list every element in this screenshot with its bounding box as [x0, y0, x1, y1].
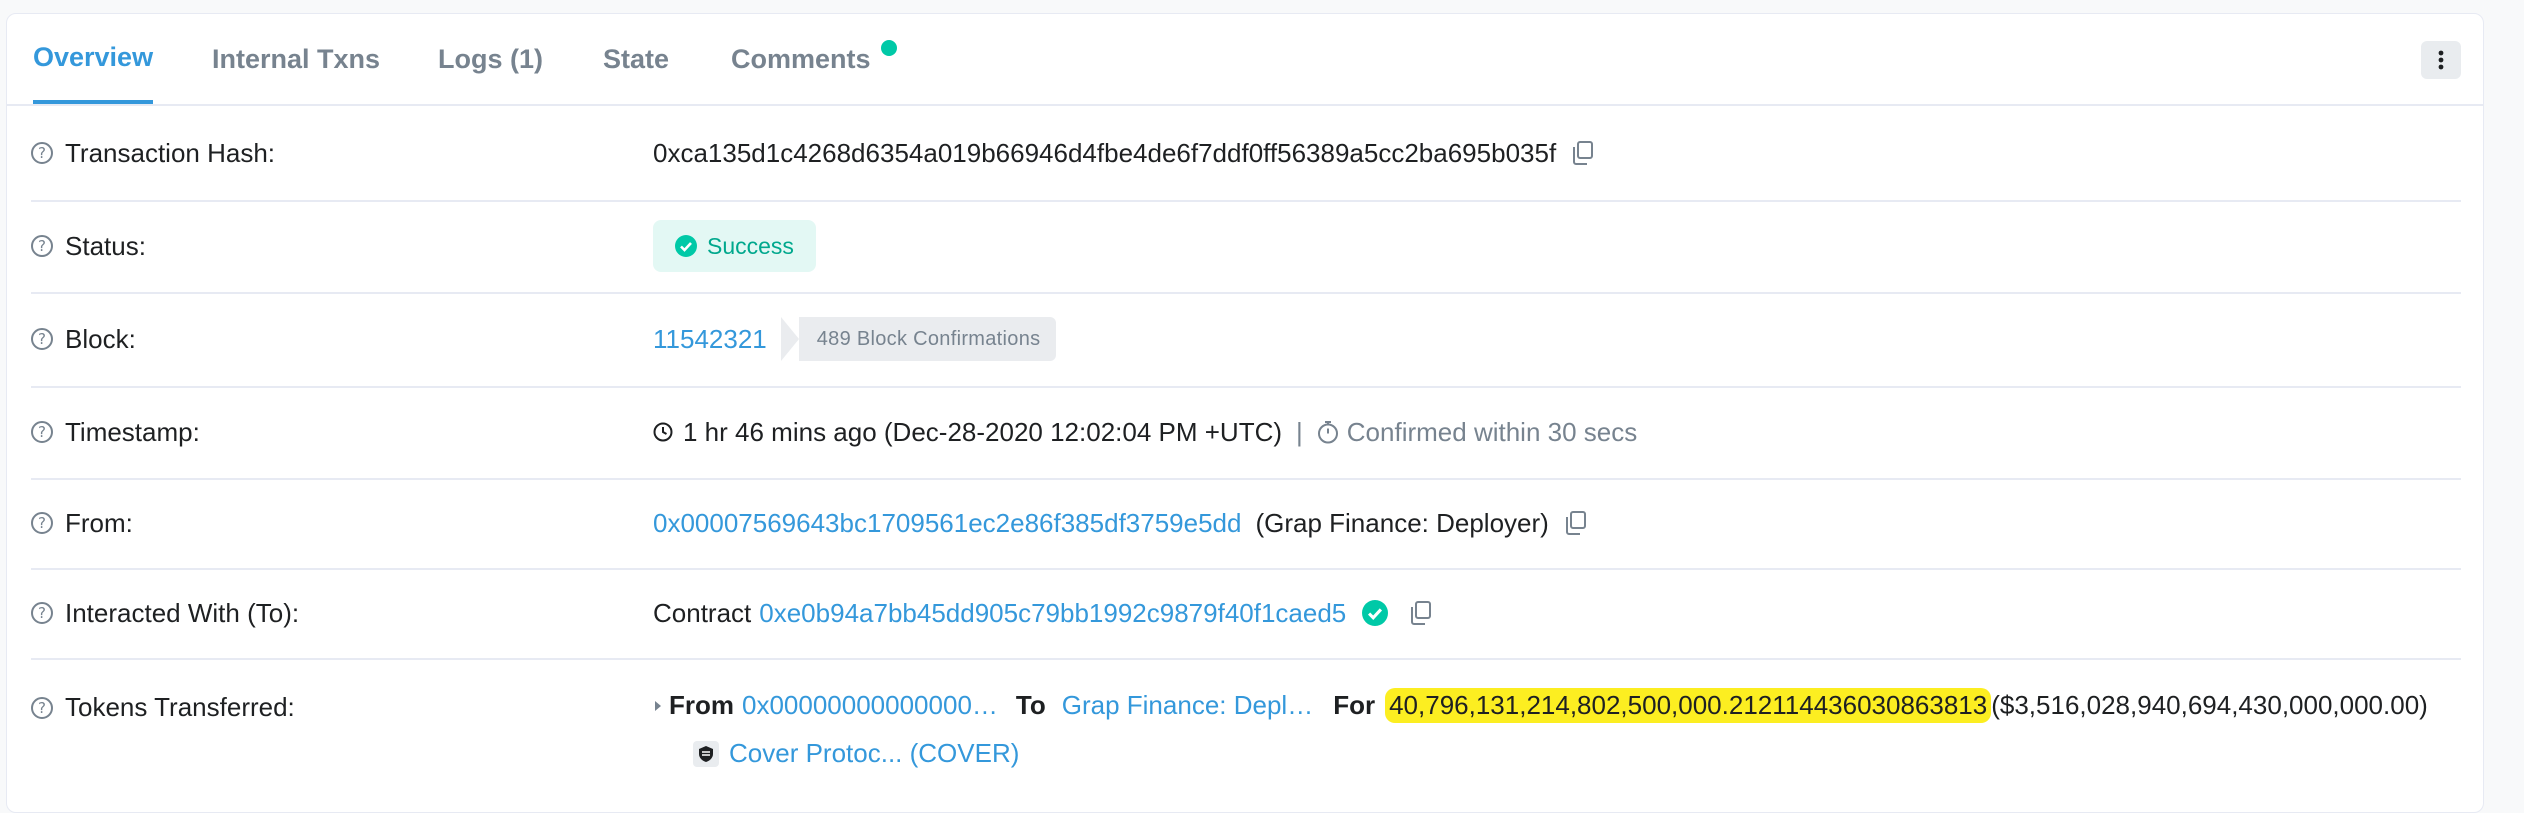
tokens-transferred-label: Tokens Transferred: [65, 692, 295, 722]
block-confirmations-badge: 489 Block Confirmations [780, 317, 1057, 361]
timestamp-label: Timestamp: [65, 416, 200, 447]
row-timestamp: ? Timestamp: 1 hr 46 mins ago (Dec-28-20… [31, 386, 2461, 480]
contract-prefix: Contract [653, 597, 752, 628]
help-icon[interactable]: ? [31, 512, 53, 534]
more-vertical-icon [2438, 50, 2444, 70]
check-circle-icon [675, 235, 697, 257]
transfer-to-label: To [1015, 690, 1046, 720]
cover-token-icon [693, 740, 719, 767]
row-block: ? Block: 11542321 489 Block Confirmation… [31, 292, 2461, 388]
row-interacted-with: ? Interacted With (To): Contract 0xe0b94… [31, 568, 2461, 660]
tab-overview[interactable]: Overview [33, 14, 154, 104]
from-name-tag: (Grap Finance: Deployer) [1255, 507, 1549, 538]
help-icon[interactable]: ? [31, 602, 53, 624]
status-badge: Success [653, 220, 816, 272]
transfer-usd-value: ($3,516,028,940,694,430,000,000.00) [1991, 690, 2428, 720]
block-label: Block: [65, 323, 136, 354]
timestamp-value: 1 hr 46 mins ago (Dec-28-2020 12:02:04 P… [683, 416, 1283, 447]
row-status: ? Status: Success [31, 200, 2461, 294]
transfer-from-link[interactable]: 0x00000000000000… [742, 690, 998, 721]
copy-icon[interactable] [1572, 141, 1594, 165]
row-tokens-transferred: ? Tokens Transferred: From 0x00000000000… [31, 658, 2461, 788]
transfer-to-link[interactable]: Grap Finance: Depl… [1062, 690, 1313, 721]
help-icon[interactable]: ? [31, 328, 53, 350]
row-transaction-hash: ? Transaction Hash: 0xca135d1c4268d6354a… [31, 106, 2461, 202]
caret-right-icon[interactable] [653, 699, 663, 713]
comments-notification-dot [881, 40, 897, 56]
help-icon[interactable]: ? [31, 235, 53, 257]
block-number-link[interactable]: 11542321 [653, 324, 767, 355]
tab-logs[interactable]: Logs (1) [438, 14, 543, 104]
transfer-amount: 40,796,131,214,802,500,000.2121144360308… [1385, 688, 1992, 723]
token-name-link[interactable]: Cover Protoc... (COVER) [729, 738, 1019, 769]
transaction-details-card: Overview Internal Txns Logs (1) State Co… [6, 13, 2484, 813]
transaction-hash-value: 0xca135d1c4268d6354a019b66946d4fbe4de6f7… [653, 137, 1557, 168]
help-icon[interactable]: ? [31, 142, 53, 164]
help-icon[interactable]: ? [31, 696, 53, 719]
status-label: Status: [65, 230, 146, 261]
tab-internal-txns[interactable]: Internal Txns [212, 14, 380, 104]
from-address-link[interactable]: 0x00007569643bc1709561ec2e86f385df3759e5… [653, 508, 1241, 539]
stopwatch-icon [1317, 421, 1338, 444]
from-label: From: [65, 507, 133, 538]
help-icon[interactable]: ? [31, 421, 53, 443]
copy-icon[interactable] [1410, 601, 1432, 625]
tab-state[interactable]: State [603, 14, 669, 104]
contract-address-link[interactable]: 0xe0b94a7bb45dd905c79bb1992c9879f40f1cae… [759, 598, 1346, 629]
token-info-line: Cover Protoc... (COVER) [693, 738, 1019, 769]
token-transfer-line: From 0x00000000000000… To Grap Finance: … [653, 688, 2428, 723]
verified-check-icon [1362, 600, 1389, 626]
confirmed-within: Confirmed within 30 secs [1346, 416, 1638, 447]
clock-icon [653, 422, 673, 442]
more-options-button[interactable] [2421, 41, 2461, 79]
tab-comments[interactable]: Comments [731, 14, 871, 104]
tab-bar: Overview Internal Txns Logs (1) State Co… [7, 14, 2483, 106]
row-from: ? From: 0x00007569643bc1709561ec2e86f385… [31, 478, 2461, 570]
copy-icon[interactable] [1565, 511, 1587, 535]
timestamp-separator: | [1296, 416, 1303, 447]
status-value: Success [707, 232, 794, 259]
transfer-for-label: For [1333, 690, 1376, 720]
transfer-from-label: From [669, 690, 734, 720]
transaction-hash-label: Transaction Hash: [65, 137, 276, 168]
interacted-with-label: Interacted With (To): [65, 597, 300, 628]
